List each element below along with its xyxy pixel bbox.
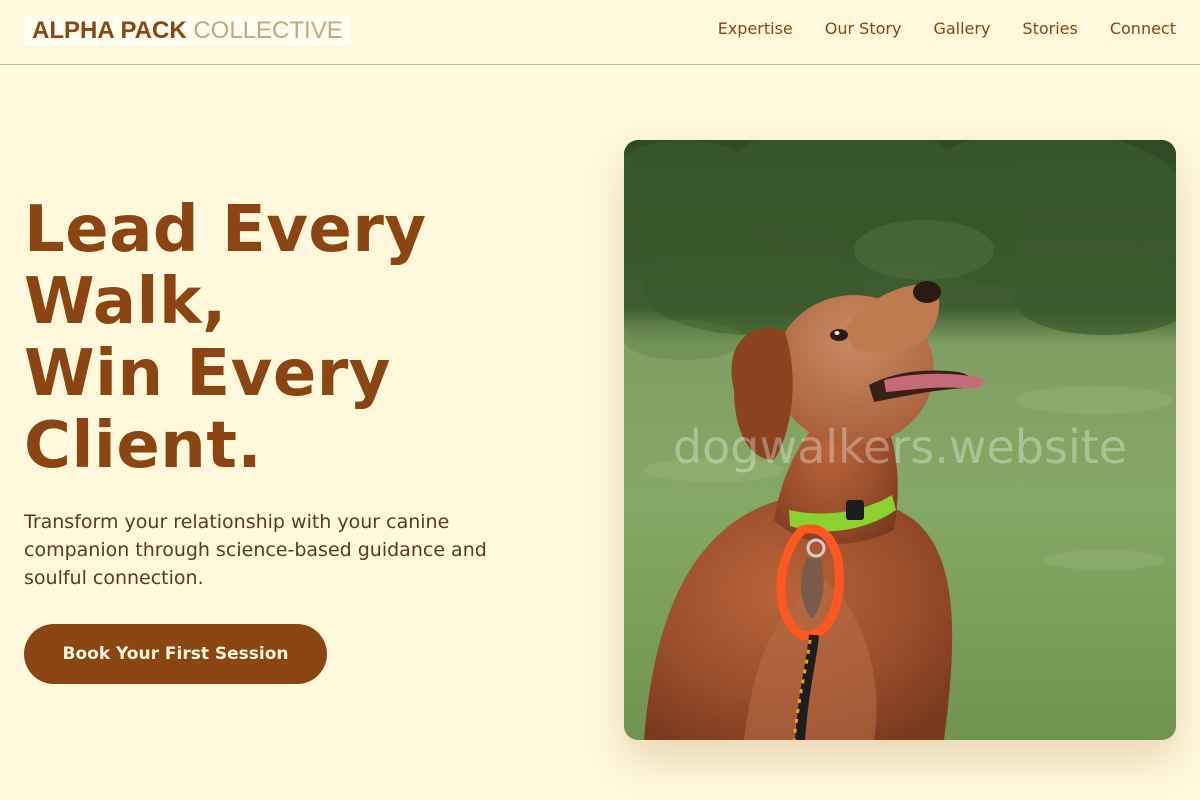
hero-title-line: Walk, [24, 265, 227, 339]
hero-dog-photo: dogwalkers.website [624, 140, 1176, 740]
dog-photo-illustration [624, 140, 1176, 740]
hero-title-line: Win Every [24, 337, 391, 411]
brand-name-strong: ALPHA PACK [32, 17, 187, 44]
site-header: ALPHA PACK COLLECTIVE Expertise Our Stor… [0, 0, 1200, 65]
hero-subtitle: Transform your relationship with your ca… [24, 511, 487, 589]
hero-title-line: Client. [24, 409, 263, 483]
nav-item-expertise[interactable]: Expertise [718, 18, 793, 40]
brand-logo[interactable]: ALPHA PACK COLLECTIVE [24, 16, 351, 46]
hero-title: Lead Every Walk, Win Every Client. [24, 194, 584, 482]
nav-item-our-story[interactable]: Our Story [825, 18, 902, 40]
brand-name-light: COLLECTIVE [193, 17, 343, 44]
hero-title-line: Lead Every [24, 193, 427, 267]
nav-item-connect[interactable]: Connect [1110, 18, 1176, 40]
nav-item-stories[interactable]: Stories [1022, 18, 1077, 40]
nav-item-gallery[interactable]: Gallery [933, 18, 990, 40]
book-session-button[interactable]: Book Your First Session [24, 624, 327, 684]
main-nav: Expertise Our Story Gallery Stories Conn… [718, 18, 1176, 40]
